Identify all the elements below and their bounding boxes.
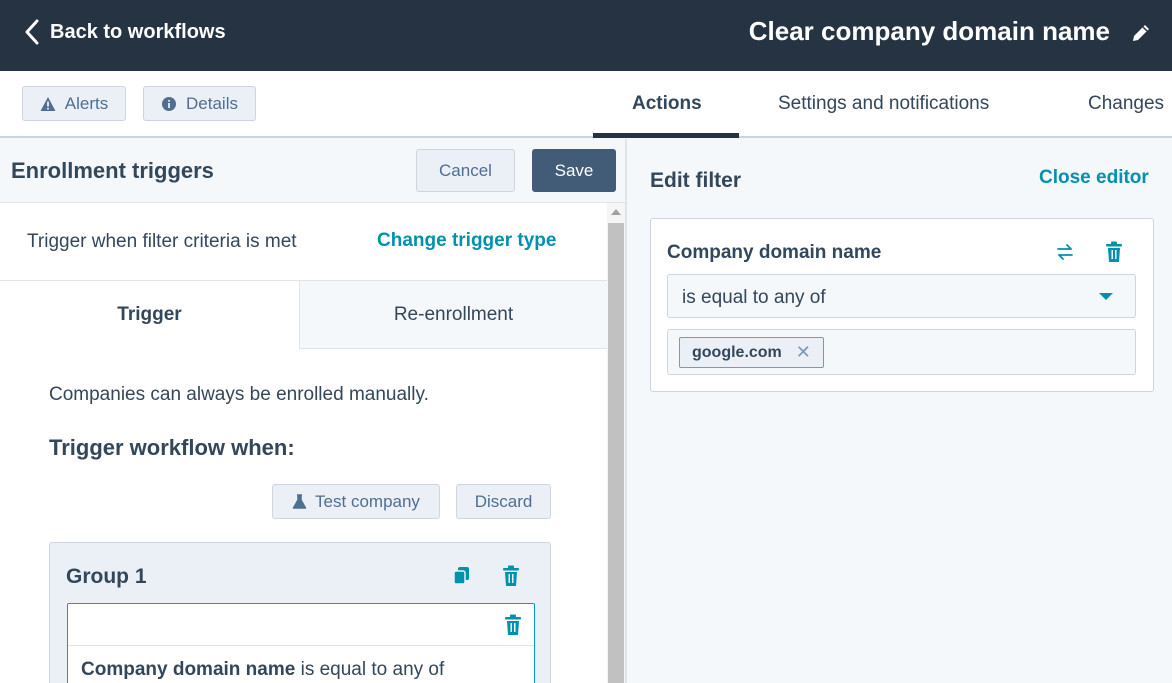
tab-changes[interactable]: Changes bbox=[1088, 93, 1164, 115]
edit-filter-panel: Edit filter Close editor Company domain … bbox=[629, 139, 1172, 683]
filter-operator: is equal to any of bbox=[300, 659, 445, 680]
filter-property-label: Company domain name bbox=[667, 242, 882, 263]
trigger-heading: Trigger workflow when: bbox=[49, 435, 295, 460]
back-label: Back to workflows bbox=[50, 20, 226, 43]
trash-icon[interactable] bbox=[1103, 240, 1125, 264]
alerts-button[interactable]: Alerts bbox=[22, 86, 126, 121]
top-bar: Back to workflows Clear company domain n… bbox=[0, 0, 1172, 71]
group-title: Group 1 bbox=[66, 565, 147, 588]
manual-enrollment-note: Companies can always be enrolled manuall… bbox=[49, 384, 429, 405]
operator-value: is equal to any of bbox=[682, 287, 826, 308]
trash-icon[interactable] bbox=[500, 564, 522, 588]
test-company-label: Test company bbox=[315, 491, 420, 511]
filter-group: Group 1 Company domain name is equal to … bbox=[49, 542, 551, 683]
save-button[interactable]: Save bbox=[532, 149, 616, 192]
value-tag-label: google.com bbox=[692, 343, 782, 361]
tab-actions[interactable]: Actions bbox=[632, 93, 702, 115]
filter-card-toolbar bbox=[68, 604, 534, 646]
edit-filter-card: Company domain name is equal to any of g… bbox=[650, 218, 1154, 392]
alerts-label: Alerts bbox=[64, 93, 109, 113]
enrollment-triggers-panel: Enrollment triggers Cancel Save Trigger … bbox=[0, 139, 627, 683]
change-trigger-type-link[interactable]: Change trigger type bbox=[377, 230, 556, 252]
discard-button[interactable]: Discard bbox=[456, 484, 551, 519]
filter-summary: Company domain name is equal to any of bbox=[81, 659, 444, 681]
tab-trigger[interactable]: Trigger bbox=[0, 281, 299, 349]
back-to-workflows-link[interactable]: Back to workflows bbox=[24, 18, 226, 46]
flask-icon bbox=[292, 494, 307, 509]
cancel-button[interactable]: Cancel bbox=[416, 149, 515, 192]
clone-icon[interactable] bbox=[451, 565, 473, 589]
trigger-type-row: Trigger when filter criteria is met Chan… bbox=[0, 203, 607, 281]
warning-icon bbox=[40, 96, 56, 111]
filter-property: Company domain name bbox=[81, 659, 296, 680]
panel-scroll-area[interactable]: Trigger when filter criteria is met Chan… bbox=[0, 203, 625, 683]
details-label: Details bbox=[186, 93, 238, 113]
active-tab-indicator bbox=[593, 133, 739, 138]
caret-down-icon bbox=[1099, 293, 1113, 300]
chevron-left-icon bbox=[25, 19, 39, 45]
workflow-title: Clear company domain name bbox=[748, 16, 1110, 46]
scroll-up-arrow-icon[interactable] bbox=[611, 209, 621, 215]
swap-icon[interactable] bbox=[1055, 242, 1075, 262]
trash-icon[interactable] bbox=[502, 613, 524, 637]
workflow-nav-bar: Alerts Details Actions Settings and noti… bbox=[0, 71, 1172, 138]
close-editor-link[interactable]: Close editor bbox=[1039, 167, 1149, 189]
panel-title: Enrollment triggers bbox=[11, 158, 214, 183]
info-icon bbox=[162, 96, 177, 111]
details-button[interactable]: Details bbox=[143, 86, 256, 121]
value-tag: google.com ✕ bbox=[679, 337, 824, 368]
filter-card[interactable]: Company domain name is equal to any of bbox=[67, 603, 535, 683]
values-input[interactable]: google.com ✕ bbox=[667, 329, 1136, 375]
tab-re-enrollment[interactable]: Re-enrollment bbox=[299, 281, 607, 349]
panel-header: Enrollment triggers Cancel Save bbox=[0, 139, 625, 203]
test-company-button[interactable]: Test company bbox=[272, 484, 440, 519]
operator-dropdown[interactable]: is equal to any of bbox=[667, 274, 1136, 318]
tab-settings-and-notifications[interactable]: Settings and notifications bbox=[778, 93, 989, 115]
pencil-icon[interactable] bbox=[1130, 22, 1152, 44]
remove-tag-icon[interactable]: ✕ bbox=[796, 342, 811, 363]
scrollbar[interactable] bbox=[607, 203, 625, 683]
trigger-type-text: Trigger when filter criteria is met bbox=[27, 231, 297, 252]
edit-filter-title: Edit filter bbox=[650, 169, 742, 192]
scrollbar-thumb[interactable] bbox=[608, 223, 624, 683]
